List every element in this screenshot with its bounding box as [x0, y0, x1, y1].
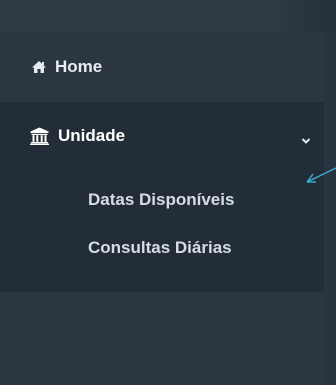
sidebar-item-unidade-label: Unidade [58, 126, 126, 145]
top-bar [0, 0, 336, 32]
annotation-arrow-icon [300, 158, 336, 190]
screen: Home Unidade Datas Disponíveis Consultas… [0, 0, 336, 385]
submenu-item-datas-disponiveis[interactable]: Datas Disponíveis [88, 190, 234, 210]
top-bar-shade [276, 0, 336, 32]
chevron-down-icon[interactable] [301, 132, 311, 144]
content-edge [324, 32, 336, 385]
home-icon [31, 60, 47, 74]
sidebar-item-home-label: Home [55, 57, 103, 76]
sidebar-item-home[interactable]: Home [0, 32, 324, 102]
bank-icon [30, 127, 49, 145]
submenu-item-consultas-diarias[interactable]: Consultas Diárias [88, 238, 232, 258]
sidebar-group-unidade: Unidade Datas Disponíveis Consultas Diár… [0, 102, 324, 292]
sidebar-item-unidade[interactable]: Unidade [0, 102, 324, 170]
sidebar-menu: Home Unidade Datas Disponíveis Consultas… [0, 32, 324, 385]
